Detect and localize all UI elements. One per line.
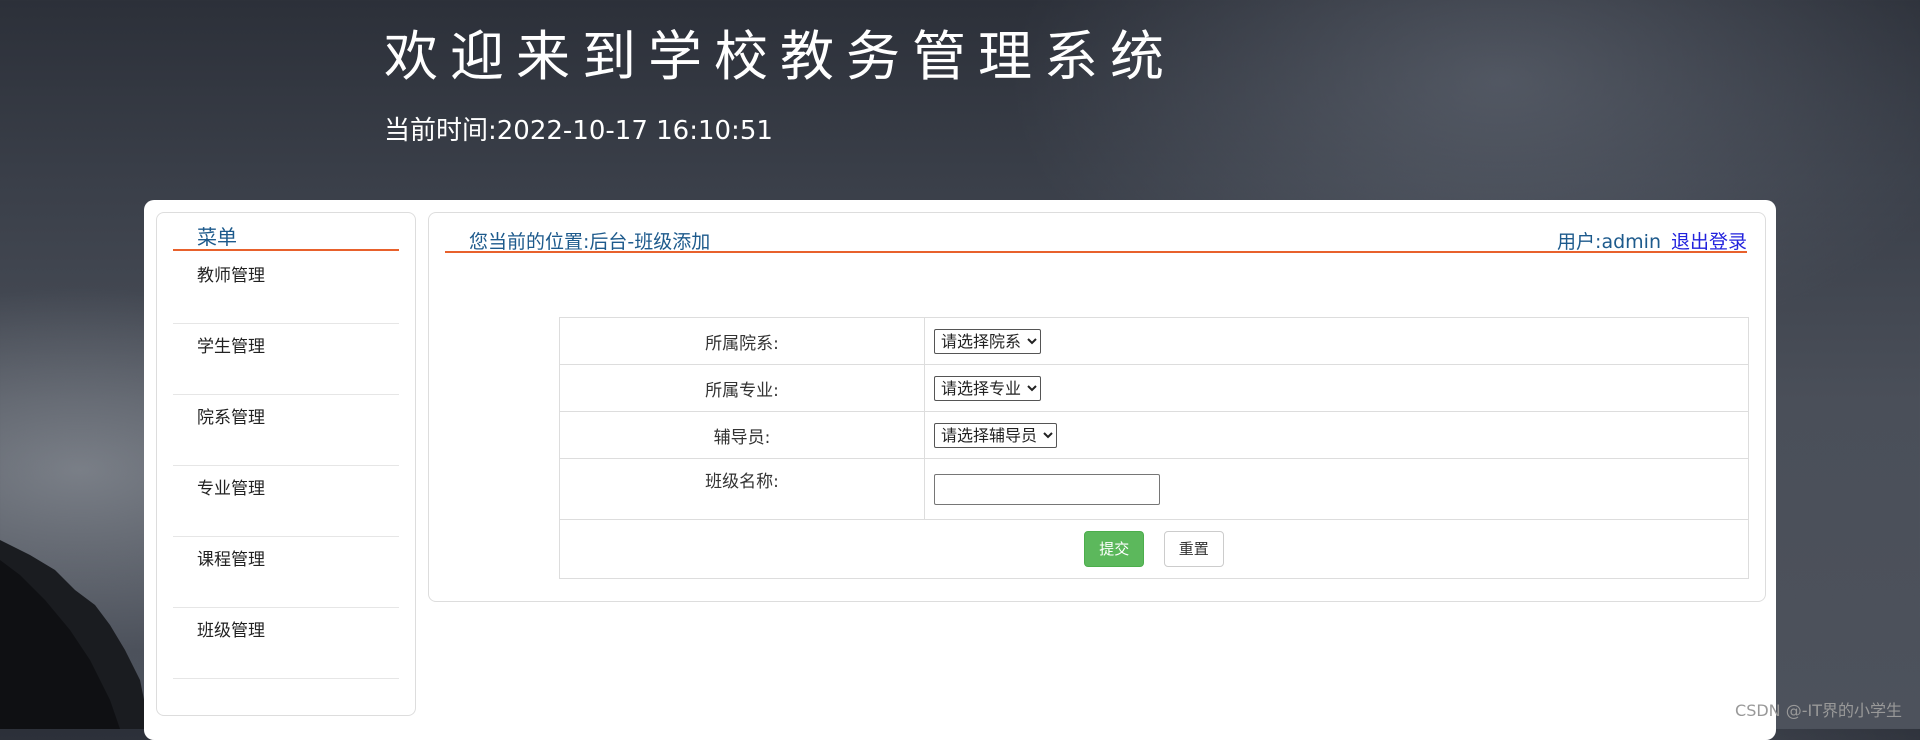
counselor-select[interactable]: 请选择辅导员: [934, 422, 1057, 448]
sidebar-item-teacher-management[interactable]: 教师管理: [173, 253, 399, 324]
content-panel: 菜单 教师管理 学生管理 院系管理 专业管理 课程管理 班级管理 您当前的位置:…: [144, 200, 1776, 740]
main-content: 您当前的位置:后台-班级添加 用户:admin 退出登录 所属院系: 请选择院系 …: [428, 212, 1766, 602]
current-time-value: 2022-10-17 16:10:51: [496, 116, 773, 146]
form-row-major: 所属专业: 请选择专业: [559, 364, 1749, 412]
current-time: 当前时间:2022-10-17 16:10:51: [384, 110, 773, 147]
sidebar-item-major-management[interactable]: 专业管理: [173, 466, 399, 537]
reset-button[interactable]: 重置: [1163, 531, 1224, 567]
form-row-counselor: 辅导员: 请选择辅导员: [559, 411, 1749, 459]
form-row-class-name: 班级名称:: [559, 458, 1749, 520]
sidebar-item-student-management[interactable]: 学生管理: [173, 324, 399, 395]
user-label: 用户:admin: [1557, 231, 1661, 253]
form-row-actions: 提交 重置: [559, 519, 1749, 579]
breadcrumb: 您当前的位置:后台-班级添加: [469, 231, 711, 253]
page-title: 欢迎来到学校教务管理系统: [384, 25, 1176, 88]
sidebar-title: 菜单: [173, 227, 399, 251]
department-label: 所属院系:: [559, 317, 925, 365]
watermark: CSDN @-IT界的小学生: [1735, 701, 1902, 720]
department-select[interactable]: 请选择院系: [934, 328, 1041, 354]
sidebar: 菜单 教师管理 学生管理 院系管理 专业管理 课程管理 班级管理: [156, 212, 416, 716]
sidebar-item-class-management[interactable]: 班级管理: [173, 608, 399, 679]
class-name-label: 班级名称:: [559, 458, 925, 520]
major-select[interactable]: 请选择专业: [934, 375, 1041, 401]
current-time-label: 当前时间:: [384, 116, 497, 146]
sidebar-item-department-management[interactable]: 院系管理: [173, 395, 399, 466]
counselor-label: 辅导员:: [559, 411, 925, 459]
class-name-input[interactable]: [934, 473, 1160, 505]
submit-button[interactable]: 提交: [1084, 531, 1145, 567]
sidebar-menu: 教师管理 学生管理 院系管理 专业管理 课程管理 班级管理: [173, 253, 399, 679]
major-label: 所属专业:: [559, 364, 925, 412]
sidebar-item-course-management[interactable]: 课程管理: [173, 537, 399, 608]
user-info: 用户:admin 退出登录: [1557, 227, 1747, 254]
location-bar: 您当前的位置:后台-班级添加 用户:admin 退出登录: [445, 227, 1747, 253]
logout-link[interactable]: 退出登录: [1671, 231, 1747, 253]
form-row-department: 所属院系: 请选择院系: [559, 317, 1749, 365]
class-add-form: 所属院系: 请选择院系 所属专业: 请选择专业 辅导员: 请选择辅导员 班级名称…: [559, 317, 1749, 579]
